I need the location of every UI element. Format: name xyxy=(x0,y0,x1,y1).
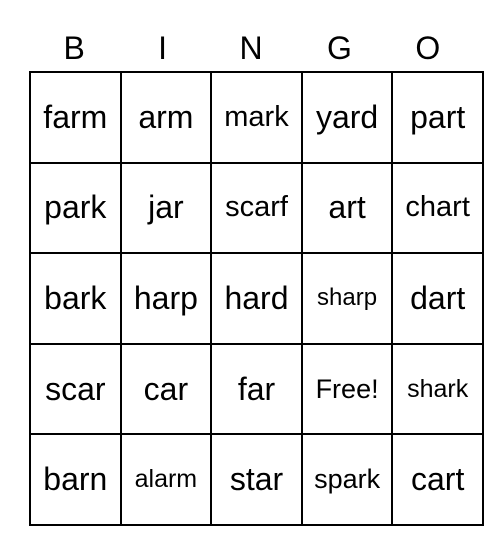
bingo-cell[interactable]: star xyxy=(210,433,303,526)
bingo-cell[interactable]: scarf xyxy=(210,161,303,255)
bingo-cell[interactable]: car xyxy=(119,342,213,436)
bingo-cell[interactable]: spark xyxy=(300,433,394,526)
bingo-cell[interactable]: hard xyxy=(210,252,303,345)
bingo-cell[interactable]: sharp xyxy=(300,252,394,345)
header-letter-i: I xyxy=(158,30,168,66)
grid-row: scar car far Free! shark xyxy=(29,342,484,436)
bingo-cell[interactable]: barn xyxy=(29,433,122,526)
bingo-cell[interactable]: bark xyxy=(29,252,122,345)
bingo-cell[interactable]: shark xyxy=(391,342,484,436)
bingo-cell[interactable]: jar xyxy=(119,161,213,255)
bingo-cell[interactable]: mark xyxy=(210,71,303,164)
bingo-cell[interactable]: dart xyxy=(391,252,484,345)
bingo-header: B I N G O xyxy=(30,28,472,68)
grid-row: barn alarm star spark cart xyxy=(29,433,484,526)
grid-row: farm arm mark yard part xyxy=(29,71,484,164)
bingo-cell[interactable]: far xyxy=(210,342,303,436)
bingo-cell[interactable]: part xyxy=(391,71,484,164)
bingo-cell[interactable]: scar xyxy=(29,342,122,436)
header-letter-n: N xyxy=(239,30,263,66)
bingo-cell[interactable]: farm xyxy=(29,71,122,164)
bingo-grid: farm arm mark yard part park jar scarf a… xyxy=(29,71,484,526)
bingo-cell[interactable]: yard xyxy=(300,71,394,164)
grid-row: bark harp hard sharp dart xyxy=(29,252,484,345)
bingo-cell[interactable]: harp xyxy=(119,252,213,345)
bingo-cell[interactable]: art xyxy=(300,161,394,255)
bingo-cell[interactable]: cart xyxy=(391,433,484,526)
grid-row: park jar scarf art chart xyxy=(29,161,484,255)
bingo-cell[interactable]: arm xyxy=(119,71,213,164)
header-letter-g: G xyxy=(326,30,352,66)
header-letter-o: O xyxy=(415,30,441,66)
bingo-cell[interactable]: chart xyxy=(391,161,484,255)
header-letter-b: B xyxy=(63,30,85,66)
bingo-cell[interactable]: park xyxy=(29,161,122,255)
bingo-cell[interactable]: alarm xyxy=(119,433,213,526)
free-space-cell[interactable]: Free! xyxy=(300,342,394,436)
